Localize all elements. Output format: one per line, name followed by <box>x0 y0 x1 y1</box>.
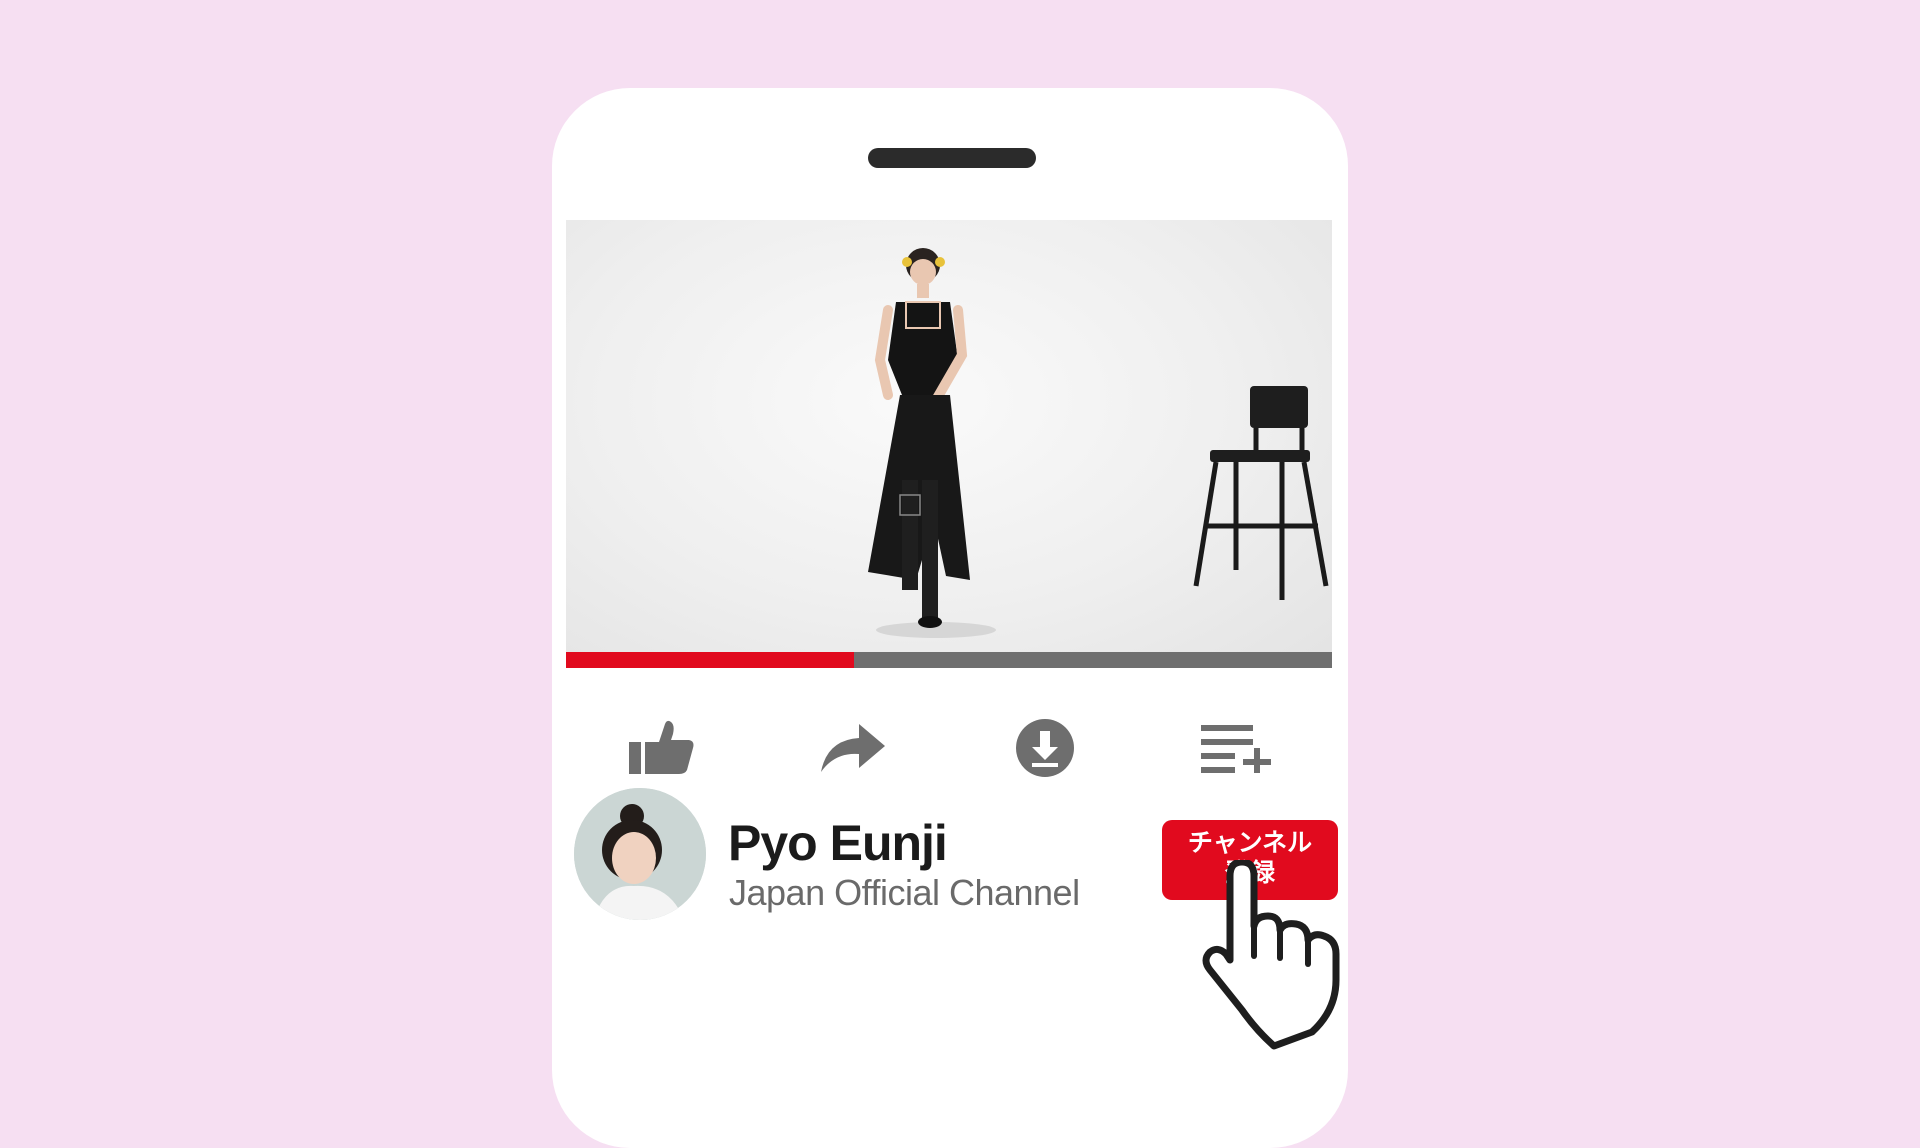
channel-avatar[interactable] <box>574 788 706 920</box>
thumbs-up-icon <box>628 720 694 774</box>
phone-speaker <box>868 148 1036 168</box>
download-icon <box>1015 719 1074 777</box>
video-player[interactable] <box>566 220 1332 668</box>
share-arrow-icon <box>821 724 886 772</box>
download-button[interactable] <box>995 698 1095 798</box>
share-button[interactable] <box>803 698 903 798</box>
channel-subtitle: Japan Official Channel <box>729 872 1080 913</box>
video-progress-bar[interactable] <box>566 652 1332 668</box>
save-to-playlist-button[interactable] <box>1186 698 1286 798</box>
avatar-photo <box>574 788 706 920</box>
subscribe-label-line1: チャンネル <box>1187 829 1313 857</box>
video-progress-fill <box>566 652 855 668</box>
action-bar <box>566 698 1332 798</box>
like-button[interactable] <box>612 698 712 798</box>
dancer-figure <box>868 248 970 628</box>
playlist-add-icon <box>1201 725 1272 773</box>
pointing-hand-cursor-icon <box>1202 860 1340 1050</box>
channel-name[interactable]: Pyo Eunji <box>728 814 948 872</box>
video-frame <box>868 248 1329 638</box>
bar-stool <box>1193 386 1329 600</box>
